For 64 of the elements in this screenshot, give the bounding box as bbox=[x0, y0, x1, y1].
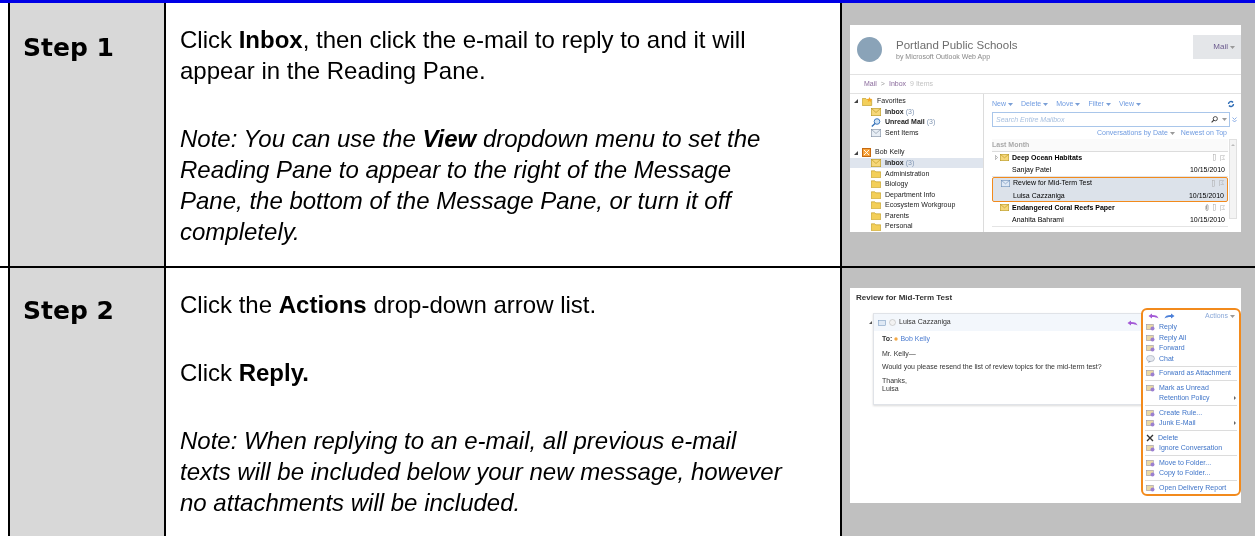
caret-icon bbox=[1222, 118, 1227, 121]
caret-icon bbox=[1169, 131, 1175, 135]
close-icon bbox=[1146, 433, 1154, 442]
envelope-icon bbox=[1146, 483, 1155, 492]
envelope-icon bbox=[871, 159, 881, 168]
search-icon bbox=[1211, 116, 1218, 123]
chat-bubble-icon bbox=[1146, 354, 1155, 363]
expand-triangle-icon bbox=[995, 155, 998, 161]
envelope-icon bbox=[871, 107, 881, 116]
envelope-icon bbox=[1000, 204, 1009, 212]
envelope-icon bbox=[1146, 333, 1155, 342]
envelope-icon bbox=[1146, 419, 1155, 428]
reply-all-icon bbox=[1148, 313, 1159, 319]
instruction-text: Click the Actions drop-down arrow list. bbox=[180, 290, 598, 320]
envelope-icon bbox=[1146, 344, 1155, 353]
submenu-arrow-icon bbox=[1234, 396, 1236, 401]
envelope-icon bbox=[1146, 369, 1155, 378]
person-icon bbox=[894, 337, 899, 342]
instruction-text: Click Reply. bbox=[180, 358, 310, 388]
envelope-icon bbox=[1146, 408, 1155, 417]
expand-triangle-icon bbox=[854, 99, 858, 104]
reply-icon bbox=[1127, 319, 1138, 326]
checkbox-icon bbox=[1213, 154, 1216, 162]
star-folder-icon bbox=[862, 96, 873, 106]
paperclip-icon bbox=[1205, 204, 1209, 212]
presence-icon bbox=[889, 319, 896, 326]
app-title: Portland Public Schools bbox=[896, 38, 1018, 52]
envelope-icon bbox=[878, 319, 886, 326]
caret-icon bbox=[1043, 102, 1049, 106]
caret-icon bbox=[1075, 102, 1081, 106]
caret-icon bbox=[1105, 102, 1111, 106]
checkbox-icon bbox=[1213, 204, 1216, 212]
checkbox-icon bbox=[1212, 179, 1215, 187]
envelope-icon bbox=[1146, 323, 1155, 332]
envelope-icon bbox=[1146, 469, 1155, 478]
magnifier-icon bbox=[871, 117, 881, 127]
forward-icon bbox=[1164, 313, 1175, 319]
envelope-icon bbox=[1001, 179, 1010, 187]
caret-icon bbox=[1230, 45, 1235, 49]
caret-icon bbox=[1008, 102, 1013, 106]
mailbox-icon bbox=[862, 148, 871, 158]
refresh-icon bbox=[1227, 100, 1235, 108]
envelope-icon bbox=[871, 129, 881, 137]
submenu-arrow-icon bbox=[1234, 421, 1236, 426]
chevron-icon bbox=[1232, 116, 1237, 123]
instruction-text: Click Inbox, then click the e-mail to reply to and it will appear in the Reading Pane. bbox=[180, 25, 747, 86]
envelope-icon bbox=[1000, 154, 1009, 162]
flag-icon bbox=[1219, 180, 1224, 187]
envelope-icon bbox=[1146, 383, 1155, 392]
logo-icon bbox=[857, 37, 882, 62]
caret-icon bbox=[1136, 102, 1141, 106]
envelope-icon bbox=[1146, 458, 1155, 467]
note-text: Note: When replying to an e-mail, all previous e-mail texts will be included below your new message, however no attachments will be included. bbox=[180, 426, 784, 518]
expand-triangle-icon bbox=[854, 150, 858, 155]
envelope-icon bbox=[1146, 444, 1155, 453]
mail-button[interactable]: Mail bbox=[1193, 35, 1241, 59]
message-title: Review for Mid-Term Test bbox=[856, 292, 953, 304]
caret-icon bbox=[1230, 314, 1235, 318]
step-label: Step 2 bbox=[23, 296, 114, 326]
flag-icon bbox=[1220, 154, 1225, 161]
flag-icon bbox=[1220, 204, 1225, 211]
note-text: Note: You can use the View dropdown menu to set the Reading Pane to appear to the right of the Message Pane, the bottom of the Message Pane, or turn it off completely. bbox=[180, 124, 762, 247]
step-label: Step 1 bbox=[23, 33, 114, 63]
expand-triangle-icon bbox=[869, 321, 872, 324]
